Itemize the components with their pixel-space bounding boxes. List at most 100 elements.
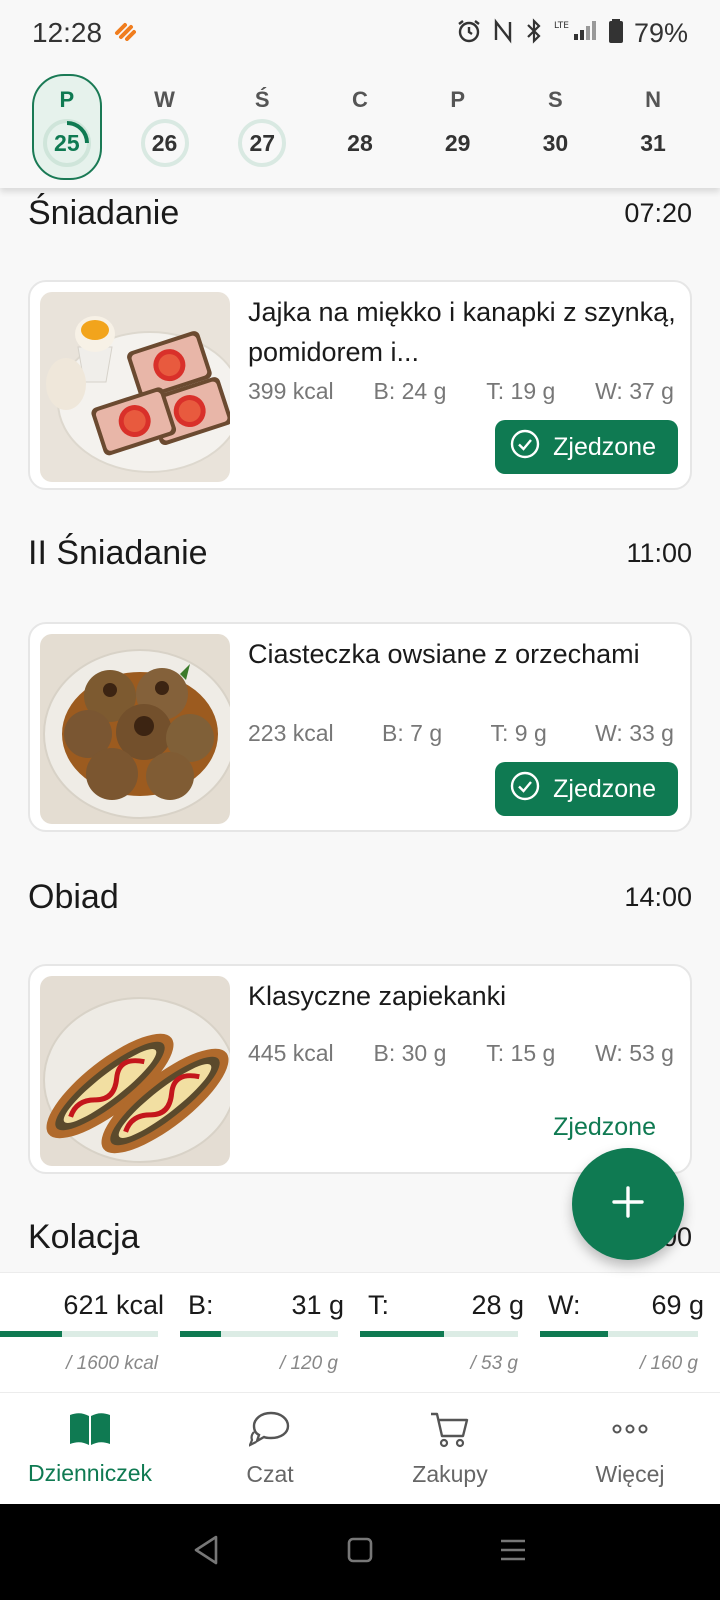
meal-fat: T: 15 g	[486, 1040, 556, 1066]
summary-value: 28 g	[471, 1289, 524, 1320]
meal-macros: 223 kcal B: 7 g T: 9 g W: 33 g	[248, 720, 674, 747]
day-tuesday[interactable]: W 26	[130, 87, 200, 167]
meal-photo	[40, 976, 230, 1166]
cart-icon	[429, 1410, 471, 1453]
summary-progress-bar	[540, 1331, 698, 1337]
more-icon	[609, 1410, 651, 1453]
meal-protein: B: 7 g	[382, 720, 443, 746]
meal-kcal: 223 kcal	[248, 720, 334, 746]
day-number: 31	[640, 129, 666, 156]
meal-header: Śniadanie 07:20	[28, 194, 692, 233]
svg-text:LTE: LTE	[554, 21, 569, 31]
summary-goal: / 120 g	[279, 1353, 338, 1374]
day-wednesday[interactable]: Ś 27	[227, 87, 297, 167]
day-number: 27	[238, 119, 287, 167]
day-sunday[interactable]: N 31	[618, 87, 688, 167]
nav-more[interactable]: Więcej	[540, 1393, 720, 1504]
battery-icon	[608, 18, 624, 49]
meal-time: 11:00	[626, 538, 692, 568]
bottom-navigation: Dzienniczek Czat Zakupy Więcej	[0, 1392, 720, 1504]
meal-macros: 445 kcal B: 30 g T: 15 g W: 53 g	[248, 1040, 674, 1067]
meal-carbs: W: 33 g	[595, 720, 674, 746]
alarm-icon	[456, 18, 482, 49]
check-circle-icon	[509, 428, 541, 467]
nav-chat[interactable]: Czat	[180, 1393, 360, 1504]
day-monday[interactable]: P 25	[31, 74, 102, 180]
meal-protein: B: 24 g	[373, 378, 447, 404]
home-icon[interactable]	[346, 1536, 374, 1569]
summary-value: 31 g	[291, 1289, 344, 1320]
meal-header: Obiad 14:00	[28, 878, 692, 917]
meal-title: II Śniadanie	[28, 534, 208, 572]
week-day-selector: P 25 W 26 Ś 27 C 28 P 29 S 30 N 31	[0, 66, 720, 188]
day-letter: Ś	[254, 87, 270, 112]
summary-goal: / 160 g	[639, 1353, 698, 1374]
summary-kcal: 621 kcal / 1600 kcal	[0, 1273, 180, 1392]
meal-card[interactable]: Klasyczne zapiekanki 445 kcal B: 30 g T:…	[28, 964, 692, 1174]
add-meal-button[interactable]	[572, 1148, 684, 1260]
app-notification-icon	[114, 21, 137, 46]
nav-shopping[interactable]: Zakupy	[360, 1393, 540, 1504]
status-time: 12:28	[32, 17, 103, 48]
summary-carbs: W: 69 g / 160 g	[540, 1273, 720, 1392]
nfc-icon	[492, 18, 514, 49]
meal-kcal: 445 kcal	[248, 1040, 334, 1066]
day-letter: N	[645, 87, 661, 112]
daily-summary: 621 kcal / 1600 kcal B: 31 g / 120 g T: 28…	[0, 1272, 720, 1392]
summary-goal: / 53 g	[470, 1353, 518, 1374]
nav-label: Dzienniczek	[28, 1459, 152, 1486]
meal-fat: T: 9 g	[490, 720, 547, 746]
day-letter: P	[450, 87, 465, 112]
day-letter: P	[59, 87, 75, 112]
day-number: 30	[542, 129, 569, 156]
eaten-button[interactable]: Zjedzone	[495, 762, 678, 816]
day-letter: S	[548, 87, 563, 112]
day-thursday[interactable]: C 28	[325, 87, 395, 167]
eaten-label: Zjedzone	[553, 774, 656, 803]
meal-photo	[40, 634, 230, 824]
day-number: 25	[42, 119, 91, 167]
summary-goal: / 1600 kcal	[66, 1353, 158, 1374]
meal-card[interactable]: Ciasteczka owsiane z orzechami 223 kcal …	[28, 622, 692, 832]
summary-protein: B: 31 g / 120 g	[180, 1273, 360, 1392]
nav-label: Zakupy	[412, 1460, 488, 1487]
day-number: 28	[347, 129, 373, 156]
summary-value: 621 kcal	[63, 1289, 164, 1320]
meal-title: Śniadanie	[28, 194, 180, 232]
meal-card[interactable]: Jajka na miękko i kanapki z szynką, pomi…	[28, 280, 692, 490]
back-icon[interactable]	[192, 1533, 222, 1572]
summary-progress-bar	[180, 1331, 338, 1337]
day-letter: W	[154, 87, 175, 112]
meal-macros: 399 kcal B: 24 g T: 19 g W: 37 g	[248, 378, 674, 405]
meal-time: 14:00	[624, 882, 692, 912]
summary-progress-bar	[360, 1331, 518, 1337]
plus-icon	[608, 1182, 648, 1227]
eaten-button[interactable]: Zjedzone	[495, 420, 678, 474]
day-saturday[interactable]: S 30	[520, 87, 590, 167]
battery-percent: 79%	[633, 17, 688, 48]
check-circle-icon	[509, 770, 541, 809]
day-friday[interactable]: P 29	[423, 87, 493, 167]
meal-fat: T: 19 g	[486, 378, 556, 404]
nav-diary[interactable]: Dzienniczek	[0, 1393, 180, 1504]
meal-carbs: W: 53 g	[595, 1040, 674, 1066]
day-number: 26	[140, 119, 189, 167]
meal-protein: B: 30 g	[373, 1040, 447, 1066]
meal-title: Kolacja	[28, 1218, 140, 1256]
meal-carbs: W: 37 g	[595, 378, 674, 404]
meal-header: II Śniadanie 11:00	[28, 534, 692, 573]
nav-label: Więcej	[595, 1460, 665, 1487]
book-icon	[68, 1411, 112, 1452]
chat-icon	[247, 1410, 291, 1453]
mark-eaten-link[interactable]: Zjedzone	[553, 1113, 656, 1142]
day-letter: C	[352, 87, 368, 112]
recents-icon[interactable]	[498, 1536, 528, 1569]
meal-kcal: 399 kcal	[248, 378, 334, 404]
eaten-label: Zjedzone	[553, 432, 656, 461]
meal-name: Klasyczne zapiekanki	[248, 981, 507, 1011]
summary-fat: T: 28 g / 53 g	[360, 1273, 540, 1392]
system-navigation-bar	[0, 1504, 720, 1600]
summary-value: 69 g	[651, 1289, 704, 1320]
meal-name: Ciasteczka owsiane z orzechami	[248, 639, 640, 669]
meal-list[interactable]: Śniadanie 07:20 Jajka na miękko i kanapk…	[0, 188, 720, 1272]
